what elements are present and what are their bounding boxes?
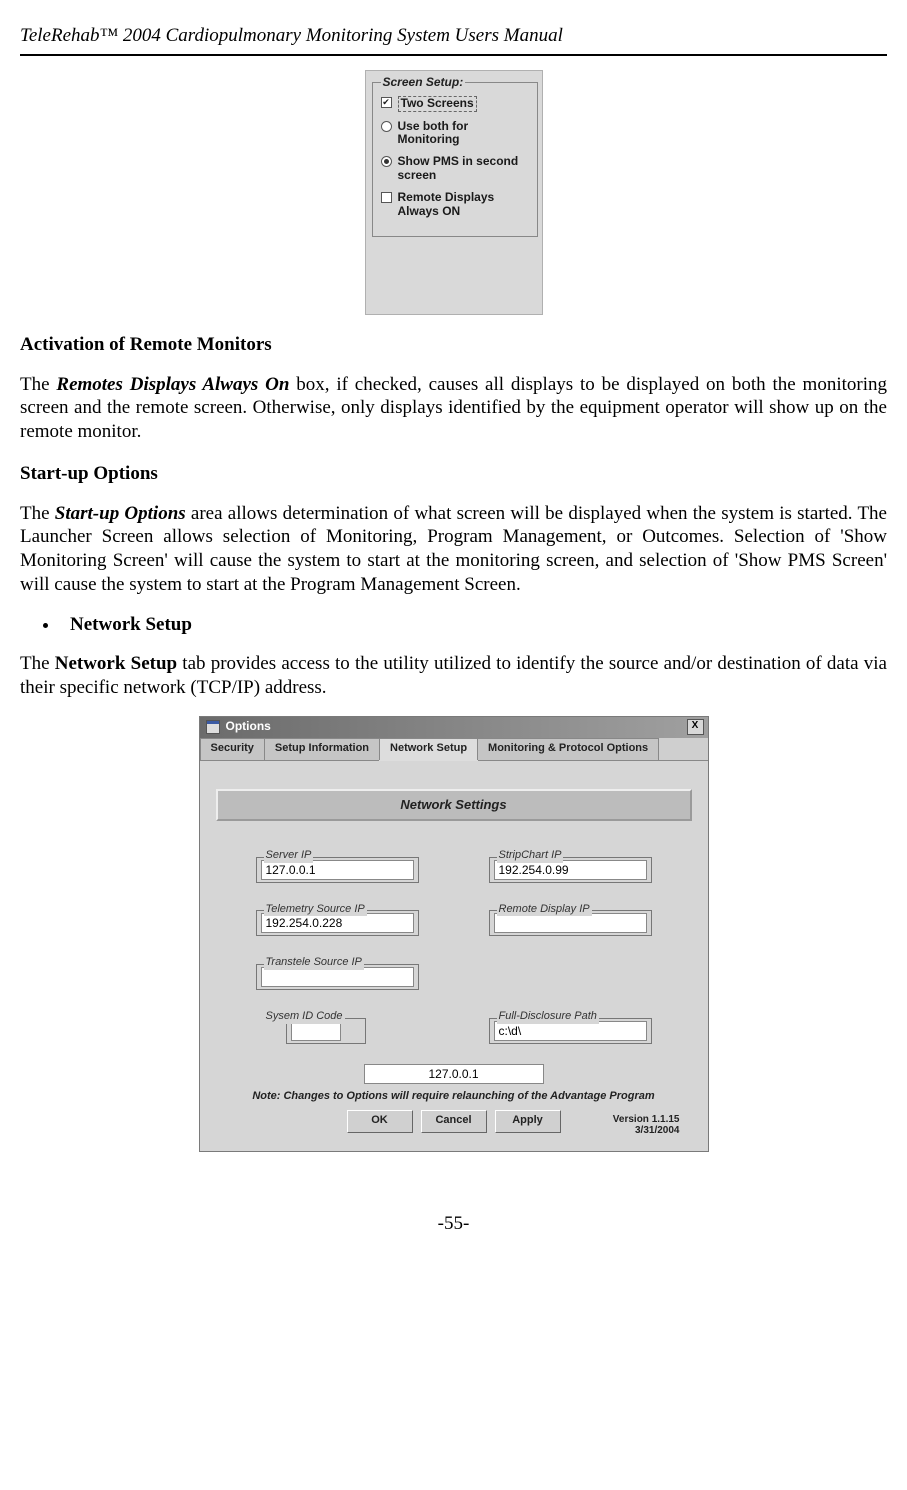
checkbox-icon[interactable] — [381, 192, 392, 203]
field-telemetry-ip: Telemetry Source IP — [256, 897, 419, 937]
version-block: Version 1.1.15 3/31/2004 — [613, 1114, 680, 1137]
ok-button[interactable]: OK — [347, 1110, 413, 1133]
input-remote-display-ip[interactable] — [494, 913, 647, 933]
label-server-ip: Server IP — [264, 849, 314, 863]
strong-network-setup: Network Setup — [55, 653, 177, 674]
options-dialog: Options X Security Setup Information Net… — [199, 716, 709, 1152]
radio-icon[interactable] — [381, 156, 392, 167]
input-transtele-ip[interactable] — [261, 967, 414, 987]
para-remote-displays: The Remotes Displays Always On box, if c… — [20, 373, 887, 444]
emphasis-remotes-displays: Remotes Displays Always On — [56, 374, 289, 395]
section-activation-title: Activation of Remote Monitors — [20, 333, 887, 357]
checkbox-icon[interactable]: ✔ — [381, 97, 392, 108]
page-header: TeleRehab™ 2004 Cardiopulmonary Monitori… — [20, 24, 887, 48]
screen-setup-fieldset: Screen Setup: ✔ Two Screens Use both for… — [372, 75, 538, 238]
tab-monitoring-protocol[interactable]: Monitoring & Protocol Options — [477, 738, 659, 760]
option-use-both-row: Use both for Monitoring — [381, 120, 531, 148]
screen-setup-groupbox: Screen Setup: ✔ Two Screens Use both for… — [365, 70, 543, 315]
field-server-ip: Server IP — [256, 843, 419, 883]
para-network-setup: The Network Setup tab provides access to… — [20, 652, 887, 700]
tab-security[interactable]: Security — [200, 738, 265, 760]
close-button[interactable]: X — [687, 719, 704, 735]
text: The — [20, 503, 55, 524]
tab-network-setup[interactable]: Network Setup — [379, 738, 478, 760]
label-full-disclosure: Full-Disclosure Path — [497, 1010, 599, 1024]
field-sysem-id: Sysem ID Code — [256, 1004, 419, 1044]
apply-button[interactable]: Apply — [495, 1110, 561, 1133]
options-dialog-figure: Options X Security Setup Information Net… — [20, 716, 887, 1152]
screen-setup-legend: Screen Setup: — [381, 75, 466, 90]
section-startup-title: Start-up Options — [20, 462, 887, 486]
screen-setup-figure: Screen Setup: ✔ Two Screens Use both for… — [20, 70, 887, 315]
text: The — [20, 374, 56, 395]
field-full-disclosure: Full-Disclosure Path — [489, 1004, 652, 1044]
label-transtele-ip: Transtele Source IP — [264, 956, 364, 970]
option-two-screens-label: Two Screens — [398, 96, 477, 112]
option-show-pms-label: Show PMS in second screen — [398, 155, 531, 183]
header-rule — [20, 54, 887, 56]
titlebar-title: Options — [206, 719, 271, 734]
label-stripchart-ip: StripChart IP — [497, 849, 564, 863]
page-number: -55- — [20, 1212, 887, 1236]
dialog-button-row: OK Cancel Apply Version 1.1.15 3/31/2004 — [216, 1104, 692, 1143]
field-remote-display-ip: Remote Display IP — [489, 897, 652, 937]
section-band-network-settings: Network Settings — [216, 789, 692, 821]
option-remote-always-row: Remote Displays Always ON — [381, 191, 531, 219]
label-sysem-id: Sysem ID Code — [264, 1010, 345, 1024]
footer-note: Note: Changes to Options will require re… — [216, 1090, 692, 1104]
input-full-disclosure[interactable] — [494, 1021, 647, 1041]
radio-icon[interactable] — [381, 121, 392, 132]
label-telemetry-ip: Telemetry Source IP — [264, 903, 367, 917]
center-ip-field — [216, 1064, 692, 1084]
field-stripchart-ip: StripChart IP — [489, 843, 652, 883]
field-grid: Server IP StripChart IP Telemetry Source… — [216, 843, 692, 1044]
label-remote-display-ip: Remote Display IP — [497, 903, 592, 917]
dialog-title-text: Options — [226, 719, 271, 734]
field-spacer — [489, 950, 652, 990]
option-two-screens-row: ✔ Two Screens — [381, 96, 531, 112]
dialog-body: Network Settings Server IP StripChart IP… — [200, 761, 708, 1151]
emphasis-startup-options: Start-up Options — [55, 503, 186, 524]
para-startup-options: The Start-up Options area allows determi… — [20, 502, 887, 597]
field-transtele-ip: Transtele Source IP — [256, 950, 419, 990]
input-sysem-id[interactable] — [291, 1021, 341, 1041]
text: The — [20, 653, 55, 674]
input-telemetry-ip[interactable] — [261, 913, 414, 933]
input-center-ip[interactable] — [364, 1064, 544, 1084]
option-remote-always-label: Remote Displays Always ON — [398, 191, 531, 219]
input-stripchart-ip[interactable] — [494, 860, 647, 880]
form-icon — [206, 720, 220, 734]
titlebar: Options X — [200, 717, 708, 738]
cancel-button[interactable]: Cancel — [421, 1110, 487, 1133]
option-use-both-label: Use both for Monitoring — [398, 120, 531, 148]
input-server-ip[interactable] — [261, 860, 414, 880]
tab-setup-information[interactable]: Setup Information — [264, 738, 380, 760]
version-date: 3/31/2004 — [613, 1125, 680, 1137]
version-text: Version 1.1.15 — [613, 1114, 680, 1126]
tab-bar: Security Setup Information Network Setup… — [200, 738, 708, 761]
bullet-list: Network Setup — [60, 613, 887, 637]
bullet-network-setup: Network Setup — [60, 613, 887, 637]
option-show-pms-row: Show PMS in second screen — [381, 155, 531, 183]
